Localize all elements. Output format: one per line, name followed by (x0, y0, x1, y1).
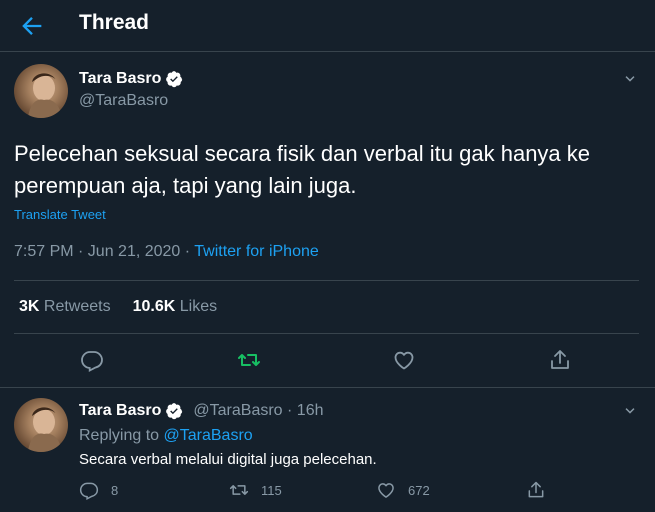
author-display-name[interactable]: Tara Basro (79, 70, 161, 88)
chevron-down-icon[interactable] (621, 70, 639, 88)
reply-text: Secara verbal melalui digital juga pelec… (79, 451, 377, 468)
share-icon (528, 481, 544, 498)
tweet-meta: 7:57 PM · Jun 21, 2020 · Twitter for iPh… (14, 243, 319, 261)
reply-icon (79, 482, 99, 500)
reply-icon[interactable] (80, 348, 104, 372)
reply-like-button[interactable]: 672 (376, 480, 430, 500)
like-count: 672 (408, 482, 430, 498)
avatar[interactable] (14, 398, 68, 452)
thread-page: Thread Tara Basro @TaraBasro Pelecehan s… (0, 0, 655, 512)
reply-author-display-name[interactable]: Tara Basro (79, 402, 161, 420)
reply-count: 8 (111, 482, 119, 498)
chevron-down-icon[interactable] (621, 402, 639, 420)
translate-tweet-link[interactable]: Translate Tweet (14, 207, 106, 222)
like-icon[interactable] (392, 348, 416, 372)
replying-to-prefix: Replying to (79, 427, 164, 444)
verified-badge-icon (166, 403, 183, 420)
retweets-count: 3K (19, 298, 40, 315)
header-bar: Thread (0, 0, 655, 52)
retweet-icon (229, 485, 249, 495)
meta-separator: · (180, 243, 195, 260)
reply-share-button[interactable] (526, 480, 546, 500)
back-button[interactable] (18, 12, 46, 40)
likes-count: 10.6K (132, 298, 176, 315)
replying-to-mention[interactable]: @TaraBasro (164, 427, 253, 444)
tweet-source-link[interactable]: Twitter for iPhone (194, 243, 319, 260)
reply-handle-time[interactable]: @TaraBasro · 16h (193, 402, 323, 420)
likes-stat[interactable]: 10.6K Likes (133, 298, 218, 316)
back-arrow-icon (22, 17, 42, 35)
likes-label: Likes (179, 298, 218, 315)
retweet-icon[interactable] (237, 348, 261, 372)
reply-author-row: Tara Basro @TaraBasro · 16h (79, 402, 323, 420)
retweets-label: Retweets (43, 298, 111, 315)
retweet-count: 115 (261, 482, 282, 498)
divider (0, 387, 655, 388)
verified-badge-icon (166, 71, 183, 88)
like-icon (378, 483, 394, 498)
share-icon[interactable] (548, 348, 572, 372)
divider (14, 333, 639, 334)
replying-to: Replying to @TaraBasro (79, 427, 253, 445)
tweet-timestamp[interactable]: 7:57 PM · Jun 21, 2020 (14, 243, 180, 260)
avatar[interactable] (14, 64, 68, 118)
reply-retweet-button[interactable]: 115 (229, 480, 282, 500)
author-name-row: Tara Basro (79, 70, 183, 88)
reply-reply-button[interactable]: 8 (79, 480, 118, 500)
author-handle[interactable]: @TaraBasro (79, 92, 168, 110)
divider (14, 280, 639, 281)
tweet-text: Pelecehan seksual secara fisik dan verba… (14, 141, 591, 198)
engagement-stats: 3K Retweets 10.6K Likes (19, 298, 217, 316)
retweets-stat[interactable]: 3K Retweets (19, 298, 111, 316)
page-title: Thread (79, 11, 150, 34)
